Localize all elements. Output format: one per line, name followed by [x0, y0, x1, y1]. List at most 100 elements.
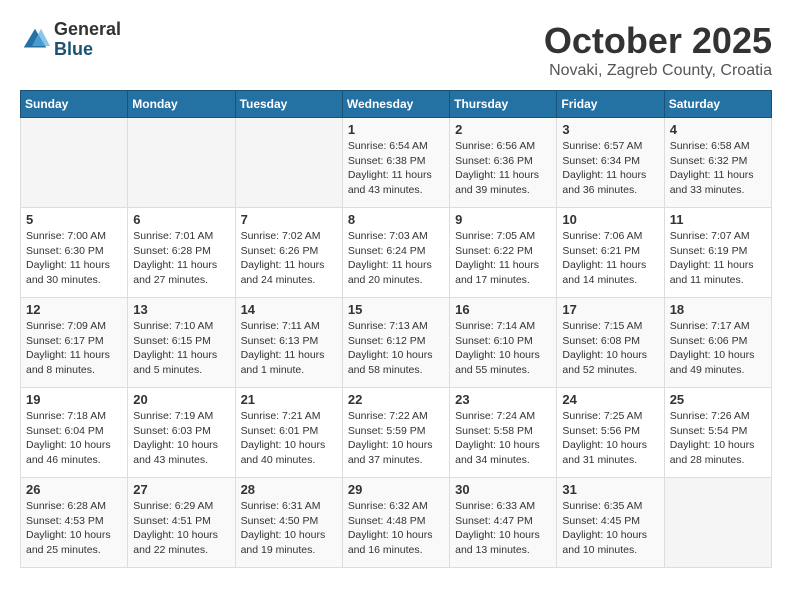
logo: General Blue	[20, 20, 121, 60]
calendar-cell: 25 Sunrise: 7:26 AM Sunset: 5:54 PM Dayli…	[664, 388, 771, 478]
day-number: 23	[455, 392, 551, 407]
day-info: Sunrise: 7:11 AM Sunset: 6:13 PM Dayligh…	[241, 319, 337, 378]
calendar-cell: 14 Sunrise: 7:11 AM Sunset: 6:13 PM Dayli…	[235, 298, 342, 388]
calendar-cell: 20 Sunrise: 7:19 AM Sunset: 6:03 PM Dayli…	[128, 388, 235, 478]
header-tuesday: Tuesday	[235, 91, 342, 118]
day-number: 6	[133, 212, 229, 227]
day-info: Sunrise: 7:22 AM Sunset: 5:59 PM Dayligh…	[348, 409, 444, 468]
calendar-cell: 18 Sunrise: 7:17 AM Sunset: 6:06 PM Dayli…	[664, 298, 771, 388]
day-number: 22	[348, 392, 444, 407]
calendar-cell: 13 Sunrise: 7:10 AM Sunset: 6:15 PM Dayli…	[128, 298, 235, 388]
day-number: 29	[348, 482, 444, 497]
day-info: Sunrise: 7:02 AM Sunset: 6:26 PM Dayligh…	[241, 229, 337, 288]
calendar-week-3: 12 Sunrise: 7:09 AM Sunset: 6:17 PM Dayli…	[21, 298, 772, 388]
day-info: Sunrise: 7:14 AM Sunset: 6:10 PM Dayligh…	[455, 319, 551, 378]
header-monday: Monday	[128, 91, 235, 118]
day-number: 10	[562, 212, 658, 227]
day-number: 2	[455, 122, 551, 137]
header-sunday: Sunday	[21, 91, 128, 118]
day-info: Sunrise: 7:19 AM Sunset: 6:03 PM Dayligh…	[133, 409, 229, 468]
day-info: Sunrise: 6:29 AM Sunset: 4:51 PM Dayligh…	[133, 499, 229, 558]
calendar-cell: 5 Sunrise: 7:00 AM Sunset: 6:30 PM Daylig…	[21, 208, 128, 298]
calendar-week-1: 1 Sunrise: 6:54 AM Sunset: 6:38 PM Daylig…	[21, 118, 772, 208]
day-number: 13	[133, 302, 229, 317]
day-info: Sunrise: 7:03 AM Sunset: 6:24 PM Dayligh…	[348, 229, 444, 288]
day-info: Sunrise: 7:17 AM Sunset: 6:06 PM Dayligh…	[670, 319, 766, 378]
day-number: 4	[670, 122, 766, 137]
header-friday: Friday	[557, 91, 664, 118]
day-number: 20	[133, 392, 229, 407]
day-number: 1	[348, 122, 444, 137]
location-subtitle: Novaki, Zagreb County, Croatia	[544, 62, 772, 80]
calendar-cell: 6 Sunrise: 7:01 AM Sunset: 6:28 PM Daylig…	[128, 208, 235, 298]
calendar-cell: 15Sunrise: 7:13 AM Sunset: 6:12 PM Dayli…	[342, 298, 449, 388]
day-number: 14	[241, 302, 337, 317]
day-number: 19	[26, 392, 122, 407]
logo-text: General Blue	[54, 20, 121, 60]
day-number: 8	[348, 212, 444, 227]
day-number: 9	[455, 212, 551, 227]
logo-icon	[20, 25, 50, 55]
month-title: October 2025	[544, 20, 772, 62]
day-number: 15	[348, 302, 444, 317]
day-info: Sunrise: 6:35 AM Sunset: 4:45 PM Dayligh…	[562, 499, 658, 558]
day-info: Sunrise: 7:26 AM Sunset: 5:54 PM Dayligh…	[670, 409, 766, 468]
day-number: 21	[241, 392, 337, 407]
header-saturday: Saturday	[664, 91, 771, 118]
calendar-cell: 8 Sunrise: 7:03 AM Sunset: 6:24 PM Daylig…	[342, 208, 449, 298]
calendar-cell: 28Sunrise: 6:31 AM Sunset: 4:50 PM Dayli…	[235, 478, 342, 568]
day-info: Sunrise: 7:01 AM Sunset: 6:28 PM Dayligh…	[133, 229, 229, 288]
day-info: Sunrise: 7:24 AM Sunset: 5:58 PM Dayligh…	[455, 409, 551, 468]
calendar-cell	[21, 118, 128, 208]
day-info: Sunrise: 7:10 AM Sunset: 6:15 PM Dayligh…	[133, 319, 229, 378]
day-info: Sunrise: 7:25 AM Sunset: 5:56 PM Dayligh…	[562, 409, 658, 468]
calendar-cell: 3Sunrise: 6:57 AM Sunset: 6:34 PM Daylig…	[557, 118, 664, 208]
day-number: 7	[241, 212, 337, 227]
calendar-cell: 24Sunrise: 7:25 AM Sunset: 5:56 PM Dayli…	[557, 388, 664, 478]
day-info: Sunrise: 7:00 AM Sunset: 6:30 PM Dayligh…	[26, 229, 122, 288]
calendar-cell: 17Sunrise: 7:15 AM Sunset: 6:08 PM Dayli…	[557, 298, 664, 388]
calendar-cell: 10 Sunrise: 7:06 AM Sunset: 6:21 PM Dayli…	[557, 208, 664, 298]
calendar-week-5: 26 Sunrise: 6:28 AM Sunset: 4:53 PM Dayli…	[21, 478, 772, 568]
calendar-cell: 16 Sunrise: 7:14 AM Sunset: 6:10 PM Dayli…	[450, 298, 557, 388]
logo-general: General	[54, 20, 121, 40]
day-number: 12	[26, 302, 122, 317]
day-number: 26	[26, 482, 122, 497]
day-number: 25	[670, 392, 766, 407]
day-number: 16	[455, 302, 551, 317]
calendar-cell: 2Sunrise: 6:56 AM Sunset: 6:36 PM Daylig…	[450, 118, 557, 208]
day-info: Sunrise: 6:28 AM Sunset: 4:53 PM Dayligh…	[26, 499, 122, 558]
calendar-week-2: 5 Sunrise: 7:00 AM Sunset: 6:30 PM Daylig…	[21, 208, 772, 298]
day-info: Sunrise: 6:33 AM Sunset: 4:47 PM Dayligh…	[455, 499, 551, 558]
day-info: Sunrise: 7:21 AM Sunset: 6:01 PM Dayligh…	[241, 409, 337, 468]
calendar-cell: 26 Sunrise: 6:28 AM Sunset: 4:53 PM Dayli…	[21, 478, 128, 568]
calendar-cell: 4Sunrise: 6:58 AM Sunset: 6:32 PM Daylig…	[664, 118, 771, 208]
calendar-body: 1 Sunrise: 6:54 AM Sunset: 6:38 PM Daylig…	[21, 118, 772, 568]
title-block: October 2025 Novaki, Zagreb County, Croa…	[544, 20, 772, 80]
calendar-cell: 7 Sunrise: 7:02 AM Sunset: 6:26 PM Daylig…	[235, 208, 342, 298]
calendar-cell: 30Sunrise: 6:33 AM Sunset: 4:47 PM Dayli…	[450, 478, 557, 568]
day-info: Sunrise: 7:09 AM Sunset: 6:17 PM Dayligh…	[26, 319, 122, 378]
day-number: 18	[670, 302, 766, 317]
day-info: Sunrise: 6:32 AM Sunset: 4:48 PM Dayligh…	[348, 499, 444, 558]
day-number: 28	[241, 482, 337, 497]
calendar-cell: 19Sunrise: 7:18 AM Sunset: 6:04 PM Dayli…	[21, 388, 128, 478]
day-info: Sunrise: 6:54 AM Sunset: 6:38 PM Dayligh…	[348, 139, 444, 198]
header-thursday: Thursday	[450, 91, 557, 118]
calendar-cell: 31 Sunrise: 6:35 AM Sunset: 4:45 PM Dayli…	[557, 478, 664, 568]
calendar-cell: 12 Sunrise: 7:09 AM Sunset: 6:17 PM Dayli…	[21, 298, 128, 388]
page-header: General Blue October 2025 Novaki, Zagreb…	[20, 20, 772, 80]
day-number: 5	[26, 212, 122, 227]
calendar-cell: 11Sunrise: 7:07 AM Sunset: 6:19 PM Dayli…	[664, 208, 771, 298]
header-wednesday: Wednesday	[342, 91, 449, 118]
calendar-week-4: 19Sunrise: 7:18 AM Sunset: 6:04 PM Dayli…	[21, 388, 772, 478]
day-info: Sunrise: 7:05 AM Sunset: 6:22 PM Dayligh…	[455, 229, 551, 288]
calendar-cell: 29 Sunrise: 6:32 AM Sunset: 4:48 PM Dayli…	[342, 478, 449, 568]
day-number: 31	[562, 482, 658, 497]
day-number: 27	[133, 482, 229, 497]
calendar-cell: 9 Sunrise: 7:05 AM Sunset: 6:22 PM Daylig…	[450, 208, 557, 298]
calendar-cell	[235, 118, 342, 208]
calendar-cell	[128, 118, 235, 208]
day-info: Sunrise: 7:06 AM Sunset: 6:21 PM Dayligh…	[562, 229, 658, 288]
calendar-cell: 27 Sunrise: 6:29 AM Sunset: 4:51 PM Dayli…	[128, 478, 235, 568]
